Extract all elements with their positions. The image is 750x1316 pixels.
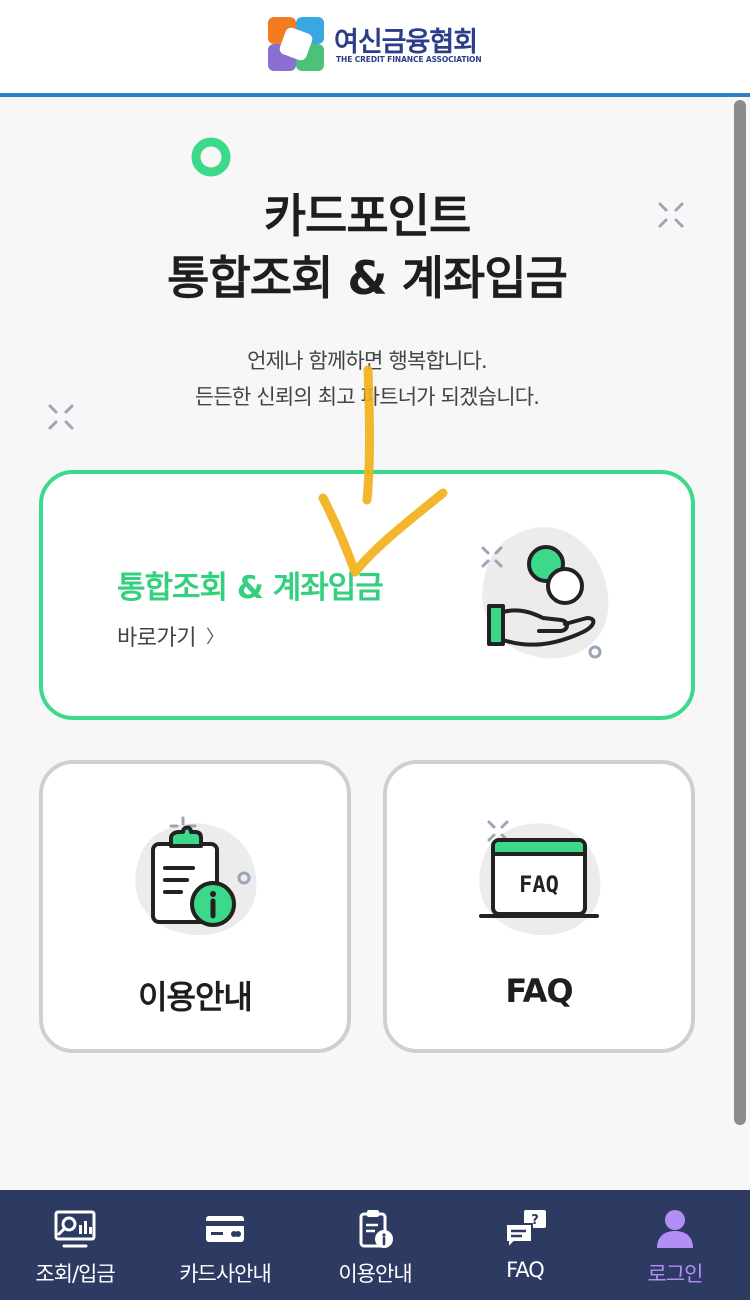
faq-icon-text: FAQ xyxy=(519,873,559,898)
bottom-safe-area xyxy=(0,1300,750,1316)
credit-card-icon xyxy=(206,1216,244,1242)
card-label: FAQ xyxy=(505,972,573,1010)
faq-window-icon: FAQ xyxy=(479,820,601,936)
hand-coins-icon xyxy=(481,527,609,659)
card-label: 이용안내 xyxy=(138,978,253,1016)
title-line: 카드포인트 xyxy=(263,189,472,243)
chat-question-icon: ? xyxy=(505,1210,546,1250)
logo-english-name: THE CREDIT FINANCE ASSOCIATION xyxy=(336,55,482,64)
nav-label: FAQ xyxy=(506,1258,545,1282)
search-chart-icon xyxy=(54,1210,96,1248)
clipboard-info-icon xyxy=(359,1210,393,1248)
go-link-label: 바로가기 xyxy=(117,626,196,651)
page-title: 카드포인트 통합조회 & 계좌입금 xyxy=(0,185,734,309)
bottom-navigation: 조회/입금 카드사안내 이용안내 ? FAQ 로그인 xyxy=(0,1190,750,1300)
nav-label: 조회/입금 xyxy=(35,1262,115,1286)
title-line: 통합조회 & 계좌입금 xyxy=(167,251,568,305)
usage-guide-card[interactable]: 이용안내 xyxy=(39,760,351,1053)
nav-item-faq[interactable]: ? FAQ xyxy=(450,1190,600,1290)
app-header: 여신금융협회 THE CREDIT FINANCE ASSOCIATION xyxy=(0,0,750,97)
faq-card[interactable]: FAQ FAQ xyxy=(383,760,695,1053)
logo-korean-name: 여신금융협회 xyxy=(334,27,478,58)
nav-item-card-companies[interactable]: 카드사안내 xyxy=(150,1190,300,1290)
nav-item-lookup[interactable]: 조회/입금 xyxy=(0,1190,150,1290)
ring-decoration-icon xyxy=(191,137,231,177)
clipboard-info-icon xyxy=(135,816,257,936)
scrollbar[interactable] xyxy=(734,100,746,1125)
nav-label: 로그인 xyxy=(647,1262,704,1286)
nav-item-login[interactable]: 로그인 xyxy=(600,1190,750,1290)
association-logo[interactable] xyxy=(268,17,324,71)
nav-label: 카드사안내 xyxy=(179,1262,272,1286)
go-link[interactable]: 바로가기 〉 xyxy=(117,620,224,652)
chevron-right-icon: 〉 xyxy=(205,627,224,648)
nav-label: 이용안내 xyxy=(338,1262,412,1286)
annotation-arrow-icon xyxy=(318,365,448,577)
user-icon xyxy=(657,1210,693,1248)
nav-item-usage-guide[interactable]: 이용안내 xyxy=(300,1190,450,1290)
